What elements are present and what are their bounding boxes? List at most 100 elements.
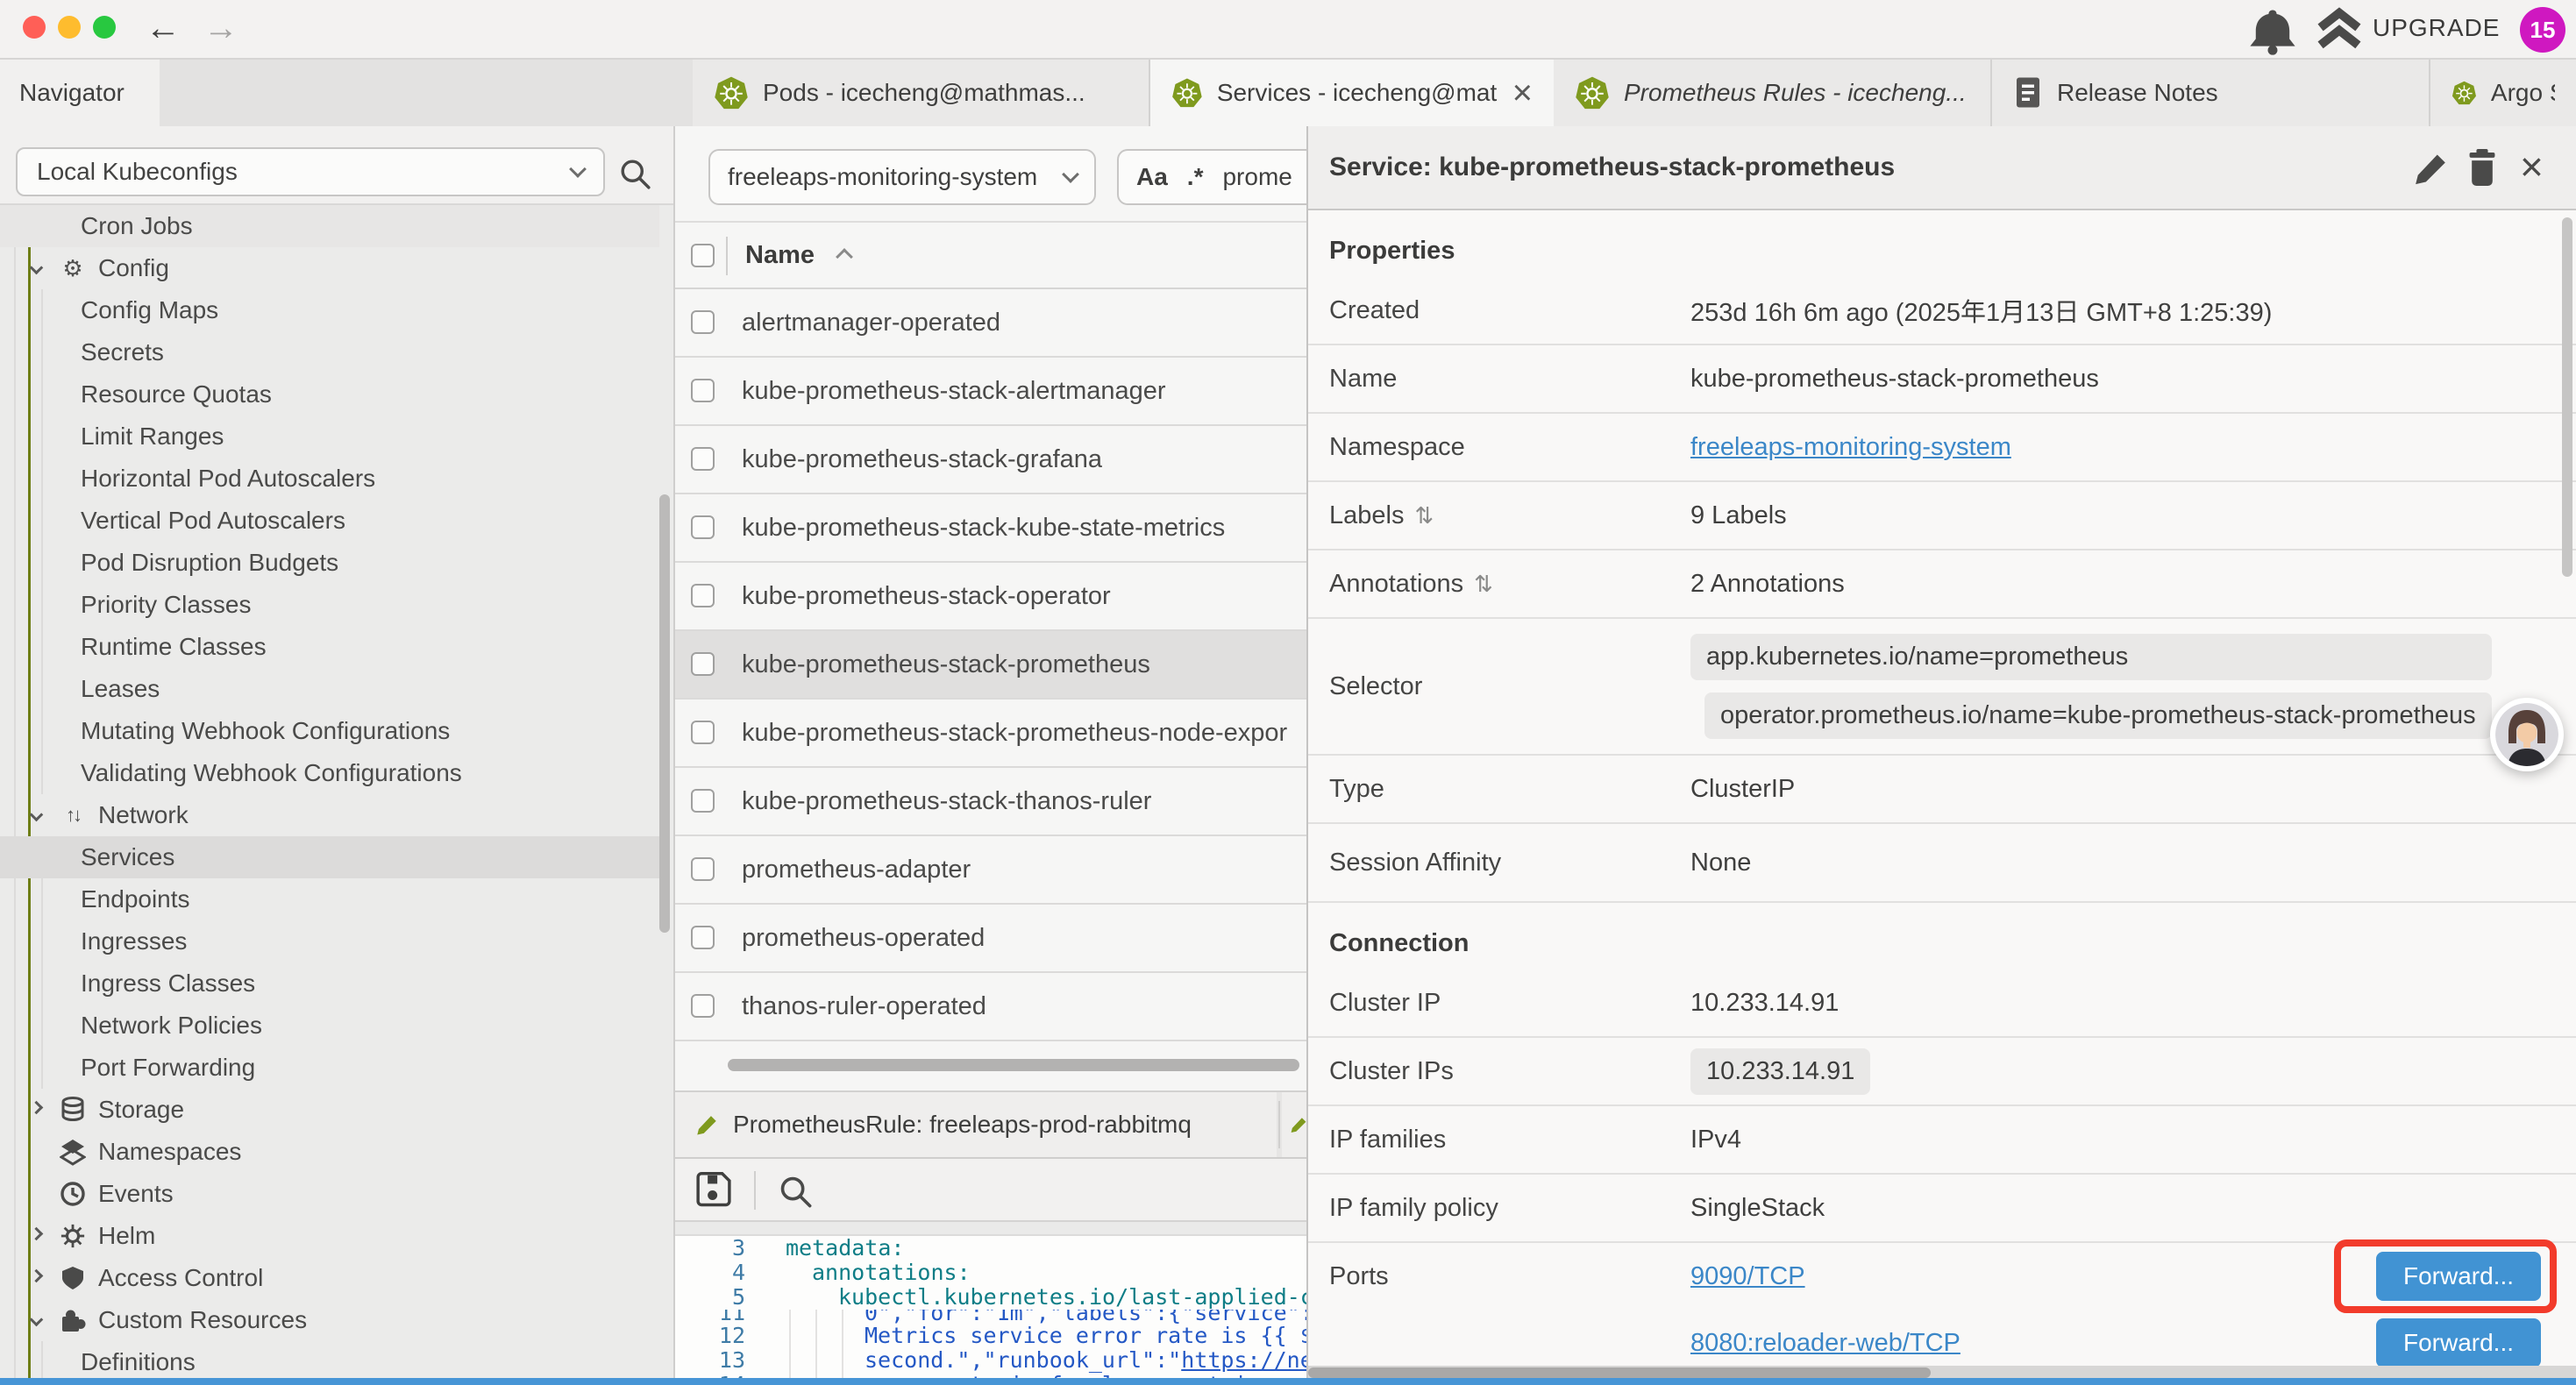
close-window-button[interactable] — [23, 16, 46, 39]
sidebar-item-network[interactable]: ↑↓ Network — [0, 794, 659, 836]
sidebar-item-helm[interactable]: Helm — [0, 1215, 659, 1257]
name-column-header[interactable]: Name — [745, 223, 815, 288]
search-icon[interactable] — [617, 156, 652, 191]
sidebar-item-ingresses[interactable]: Ingresses — [0, 920, 659, 962]
tab-argo[interactable]: Argo Se — [2430, 60, 2576, 126]
sidebar-item-limit-ranges[interactable]: Limit Ranges — [0, 416, 659, 458]
row-checkbox[interactable] — [691, 721, 715, 744]
chevron-right-icon[interactable] — [30, 1269, 44, 1283]
table-row[interactable]: prometheus-adapter — [675, 836, 1308, 905]
selector-chip[interactable]: app.kubernetes.io/name=prometheus — [1690, 634, 2492, 680]
table-row-selected[interactable]: kube-prometheus-stack-prometheus — [675, 631, 1308, 700]
edit-icon[interactable] — [2411, 149, 2450, 188]
detail-horizontal-scrollbar-thumb[interactable] — [1308, 1367, 1931, 1378]
chevron-right-icon[interactable] — [30, 1101, 44, 1115]
sidebar-item-ingress-classes[interactable]: Ingress Classes — [0, 962, 659, 1005]
row-checkbox[interactable] — [691, 515, 715, 539]
sidebar-item-resource-quotas[interactable]: Resource Quotas — [0, 373, 659, 416]
sidebar-item-pod-disruption-budgets[interactable]: Pod Disruption Budgets — [0, 542, 659, 584]
table-row[interactable]: kube-prometheus-stack-operator — [675, 563, 1308, 631]
trash-icon[interactable] — [2464, 147, 2501, 188]
namespace-select[interactable]: freeleaps-monitoring-system — [708, 149, 1096, 205]
table-row[interactable]: alertmanager-operated — [675, 289, 1308, 358]
sidebar-item-secrets[interactable]: Secrets — [0, 331, 659, 373]
cluster-ip-chip[interactable]: 10.233.14.91 — [1690, 1048, 1870, 1095]
table-horizontal-scrollbar[interactable] — [728, 1059, 1299, 1071]
close-tab-icon[interactable]: × — [1512, 75, 1533, 110]
select-all-checkbox[interactable] — [691, 244, 715, 267]
sidebar-item-horizontal-pod-autoscalers[interactable]: Horizontal Pod Autoscalers — [0, 458, 659, 500]
chevron-down-icon[interactable] — [30, 261, 44, 275]
selector-chip[interactable]: operator.prometheus.io/name=kube-prometh… — [1704, 692, 2492, 739]
sort-ascending-icon[interactable] — [836, 248, 853, 266]
chevron-down-icon[interactable] — [30, 808, 44, 822]
upgrade-chevrons-icon[interactable] — [2316, 7, 2362, 51]
yaml-editor[interactable]: 3 metadata: 4 annotations: 5 kubectl.kub… — [675, 1236, 1308, 1385]
forward-button-8080[interactable]: Forward... — [2376, 1318, 2541, 1367]
avatar[interactable] — [2490, 698, 2564, 771]
table-row[interactable]: prometheus-operated — [675, 905, 1308, 973]
sidebar-item-events[interactable]: Events — [0, 1173, 659, 1215]
table-row[interactable]: kube-prometheus-stack-grafana — [675, 426, 1308, 494]
sidebar-item-access-control[interactable]: Access Control — [0, 1257, 659, 1299]
sort-updown-icon[interactable]: ⇅ — [1414, 502, 1434, 529]
navigator-panel-tab[interactable]: Navigator — [0, 60, 160, 126]
row-checkbox[interactable] — [691, 994, 715, 1018]
sidebar-item-namespaces[interactable]: Namespaces — [0, 1131, 659, 1173]
sidebar-item-config-maps[interactable]: Config Maps — [0, 289, 659, 331]
port-link-9090[interactable]: 9090/TCP — [1690, 1262, 1805, 1290]
table-row[interactable]: thanos-ruler-operated — [675, 973, 1308, 1041]
sidebar-item-network-policies[interactable]: Network Policies — [0, 1005, 659, 1047]
sidebar-item-validating-webhook-configurations[interactable]: Validating Webhook Configurations — [0, 752, 659, 794]
sidebar-item-runtime-classes[interactable]: Runtime Classes — [0, 626, 659, 668]
table-row[interactable]: kube-prometheus-stack-kube-state-metrics — [675, 494, 1308, 563]
editor-tab-prometheusrule[interactable]: PrometheusRule: freeleaps-prod-rabbitmq — [675, 1092, 1277, 1157]
sidebar-item-storage[interactable]: Storage — [0, 1089, 659, 1131]
port-link-8080[interactable]: 8080:reloader-web/TCP — [1690, 1329, 1960, 1357]
save-icon[interactable] — [694, 1171, 733, 1210]
sidebar-item-leases[interactable]: Leases — [0, 668, 659, 710]
row-checkbox[interactable] — [691, 926, 715, 949]
table-row[interactable]: kube-prometheus-stack-alertmanager — [675, 358, 1308, 426]
tab-services[interactable]: Services - icecheng@math... × — [1150, 60, 1554, 126]
sidebar-item-config[interactable]: ⚙ Config — [0, 247, 659, 289]
row-checkbox[interactable] — [691, 447, 715, 471]
sidebar-item-services[interactable]: Services — [0, 836, 659, 878]
search-icon[interactable] — [777, 1173, 814, 1210]
sidebar-item-mutating-webhook-configurations[interactable]: Mutating Webhook Configurations — [0, 710, 659, 752]
row-checkbox[interactable] — [691, 310, 715, 334]
search-input[interactable]: prome — [1222, 163, 1292, 191]
notification-badge[interactable]: 15 — [2520, 7, 2565, 53]
editor-tab-partial[interactable] — [1282, 1092, 1308, 1157]
chevron-down-icon[interactable] — [30, 1313, 44, 1327]
chevron-right-icon[interactable] — [30, 1227, 44, 1241]
sidebar-item-custom-resources[interactable]: Custom Resources — [0, 1299, 659, 1341]
bell-icon[interactable] — [2245, 5, 2301, 61]
minimize-window-button[interactable] — [58, 16, 81, 39]
match-case-toggle[interactable]: Aa — [1136, 163, 1168, 191]
sort-updown-icon[interactable]: ⇅ — [1474, 571, 1493, 598]
close-panel-icon[interactable]: × — [2520, 126, 2544, 207]
table-row[interactable]: kube-prometheus-stack-thanos-ruler — [675, 768, 1308, 836]
sidebar-scrollbar[interactable] — [659, 494, 670, 933]
tab-prometheus-rules[interactable]: Prometheus Rules - icecheng... — [1554, 60, 1992, 126]
sidebar-item-port-forwarding[interactable]: Port Forwarding — [0, 1047, 659, 1089]
table-row[interactable]: kube-prometheus-stack-prometheus-node-ex… — [675, 700, 1308, 768]
forward-arrow-icon[interactable]: → — [203, 9, 238, 48]
back-arrow-icon[interactable]: ← — [146, 9, 181, 48]
row-checkbox[interactable] — [691, 652, 715, 676]
namespace-link[interactable]: freeleaps-monitoring-system — [1690, 433, 2011, 462]
kubeconfig-select[interactable]: Local Kubeconfigs — [16, 147, 605, 196]
detail-vertical-scrollbar[interactable] — [2562, 217, 2572, 577]
regex-toggle[interactable]: .* — [1187, 163, 1204, 191]
sidebar-item-vertical-pod-autoscalers[interactable]: Vertical Pod Autoscalers — [0, 500, 659, 542]
search-box[interactable]: Aa .* prome — [1117, 149, 1308, 205]
sidebar-item-endpoints[interactable]: Endpoints — [0, 878, 659, 920]
tab-pods[interactable]: Pods - icecheng@mathmas... — [693, 60, 1150, 126]
zoom-window-button[interactable] — [93, 16, 116, 39]
row-checkbox[interactable] — [691, 584, 715, 607]
sidebar-item-cron-jobs[interactable]: Cron Jobs — [0, 205, 659, 247]
sidebar-item-definitions[interactable]: Definitions — [0, 1341, 659, 1383]
tab-release-notes[interactable]: Release Notes — [1992, 60, 2430, 126]
upgrade-button[interactable]: UPGRADE — [2373, 14, 2500, 42]
